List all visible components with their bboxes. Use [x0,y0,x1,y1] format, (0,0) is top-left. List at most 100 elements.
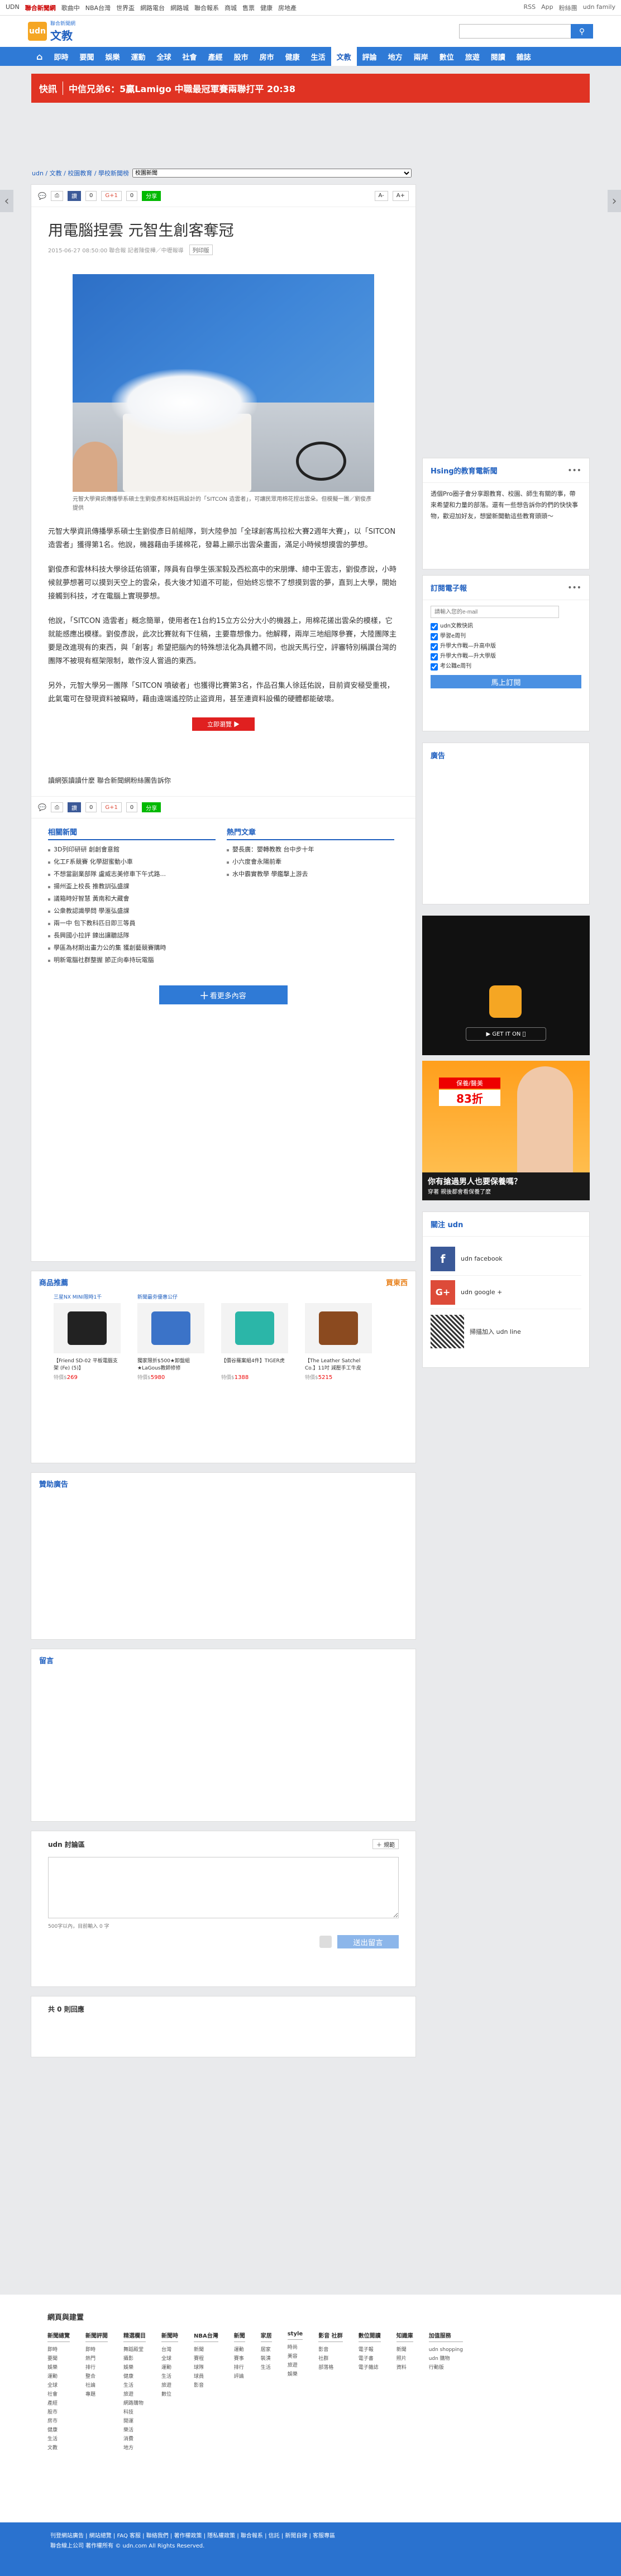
footer-column-title[interactable]: 新聞評閱 [85,2331,108,2342]
product-item[interactable]: 新聞最夯優惠公仔 獨家限折$500★卸盤組★LaGous教師修修 特價$5980 [137,1293,204,1381]
footer-link[interactable]: 電子報 [359,2345,381,2354]
subscribe-option[interactable]: 升學大作戰—升高中版 [431,641,581,652]
subscribe-checkbox[interactable] [431,643,438,650]
top-link[interactable]: 世界盃 [116,3,135,12]
footer-link[interactable]: 生活 [47,2435,70,2444]
product-image[interactable] [137,1303,204,1353]
footer-link[interactable]: 生活 [123,2381,146,2390]
facebook-like-button[interactable]: 讚 [67,802,81,812]
nav-item[interactable]: 健康 [280,47,305,66]
footer-column-title[interactable]: 精選欄目 [123,2331,146,2342]
product-name[interactable]: 【Friend SD-02 平板電腦支架 (Fe) (5)】 [54,1358,121,1373]
view-more-button[interactable]: ╋ 看更多內容 [159,985,288,1004]
footer-link[interactable]: 社會 [47,2390,70,2399]
footer-link[interactable]: 社群 [318,2354,342,2363]
related-item[interactable]: 明新電腦社群整握 節正向奉持玩電腦 [48,954,216,966]
footer-link[interactable]: 裝潢 [261,2354,272,2363]
top-link[interactable]: NBA台灣 [85,3,111,12]
follow-line[interactable]: 掃描加入 udn line [431,1309,581,1354]
footer-link[interactable]: 產經 [47,2399,70,2408]
footer-link[interactable]: 影音 [318,2345,342,2354]
related-item[interactable]: 議箱時好智慧 黃南和大藏會 [48,893,216,905]
footer-column-title[interactable]: style [287,2331,303,2340]
product-image[interactable] [221,1303,288,1353]
nav-item[interactable]: 股市 [228,47,254,66]
nav-item[interactable]: 雜誌 [511,47,537,66]
footer-link[interactable]: 影音 [194,2381,218,2390]
nav-item[interactable]: 旅遊 [460,47,485,66]
nav-item[interactable]: 全球 [151,47,177,66]
footer-link[interactable]: 旅遊 [288,2361,303,2370]
line-share-button[interactable]: 分享 [142,190,161,201]
footer-link[interactable]: udn shopping [429,2345,463,2354]
nav-item[interactable]: 生活 [305,47,331,66]
footer-link[interactable]: udn 購物 [429,2354,463,2363]
more-dots-icon[interactable]: ••• [567,466,581,475]
footer-link[interactable]: 娛樂 [123,2363,146,2372]
related-item[interactable]: 3D列印研研 創創會意館 [48,844,216,856]
nav-item[interactable]: 房市 [254,47,280,66]
footer-link[interactable]: 全球 [161,2354,178,2363]
footer-link[interactable]: 科技 [123,2408,146,2417]
forum-rules-button[interactable]: ＋ 規範 [372,1839,399,1849]
related-item[interactable]: 公衆教認識學問 學滙弘盛課 [48,905,216,917]
next-article-arrow[interactable]: › [608,190,621,212]
footer-link[interactable]: 舞蹈殿堂 [123,2345,146,2354]
top-link[interactable]: 聯合新聞網 [25,3,56,12]
footer-link[interactable]: 新聞 [397,2345,413,2354]
search-button[interactable]: ⚲ [571,24,593,39]
email-field[interactable] [431,606,559,618]
footer-link[interactable]: 行動版 [429,2363,463,2372]
footer-link[interactable]: 台灣 [161,2345,178,2354]
product-item[interactable]: 三星NX MINI限時1千 【Friend SD-02 平板電腦支架 (Fe) (… [54,1293,121,1381]
fanpage-promo-text[interactable]: 讀網張讀讀什麼 聯合新聞網粉絲團告訴你 [31,731,415,796]
footer-link[interactable]: 球員 [194,2372,218,2381]
search-input[interactable] [459,24,571,39]
footer-link[interactable]: 運動 [161,2363,178,2372]
nav-item[interactable]: 娛樂 [99,47,125,66]
top-link[interactable]: 售票 [242,3,255,12]
footer-link[interactable]: 資料 [397,2363,413,2372]
top-right-link[interactable]: RSS [524,3,536,12]
font-increase-button[interactable]: A+ [392,190,409,201]
footer-column-title[interactable]: 數位閱讀 [358,2331,381,2342]
shop-brand-logo[interactable]: 買東西 [386,1277,408,1287]
prev-article-arrow[interactable]: ‹ [0,190,13,212]
top-link[interactable]: 房地產 [278,3,297,12]
footer-link[interactable]: 部落格 [318,2363,342,2372]
footer-link[interactable]: 樂活 [123,2426,146,2435]
subscribe-checkbox[interactable] [431,663,438,671]
subscribe-option[interactable]: 考公職e周刊 [431,662,581,672]
footer-link[interactable]: 地方 [123,2444,146,2453]
follow-google[interactable]: G+ udn google + [431,1276,581,1309]
nav-item[interactable]: 即時 [48,47,74,66]
footer-link[interactable]: 賽事 [234,2354,245,2363]
skincare-ad[interactable]: 保養/醫美 83折 你有搶過男人也要保養嗎？ 穿著 親後都會看保養了麼 [422,1061,590,1200]
footer-link[interactable]: 攝影 [123,2354,146,2363]
print-icon[interactable]: ⎙ [50,190,63,201]
related-item[interactable]: 不想當副業部隊 盧威志美修車下午式路... [48,868,216,880]
footer-link[interactable]: 運動 [47,2372,70,2381]
subscribe-option[interactable]: 升學大作戰—升大學版 [431,652,581,662]
top-right-link[interactable]: App [541,3,553,12]
breadcrumb-select[interactable]: 校園新聞 [132,169,412,178]
udn-logo[interactable]: udn 聯合新聞網 文教 [28,20,75,43]
top-link[interactable]: 網路電台 [140,3,165,12]
footer-link[interactable]: 全球 [47,2381,70,2390]
top-link[interactable]: 商城 [224,3,237,12]
breaking-news-banner[interactable]: 快訊 中信兄弟6：5贏Lamigo 中職最冠軍賽兩聯打平 20:38 [31,74,590,103]
footer-link[interactable]: 娛樂 [47,2363,70,2372]
article-photo[interactable] [73,274,374,492]
comment-textarea[interactable] [48,1857,399,1918]
nav-item[interactable]: 社會 [177,47,203,66]
breadcrumb-path[interactable]: udn / 文教 / 校園教育 / 學校新聞榜 [32,169,129,178]
google-plus-button[interactable]: G+1 [101,190,122,201]
font-decrease-button[interactable]: A- [374,190,388,201]
footer-link[interactable]: 運動 [234,2345,245,2354]
follow-facebook[interactable]: f udn facebook [431,1242,581,1276]
footer-column-title[interactable]: 加值服務 [428,2331,463,2342]
top-right-link[interactable]: udn family [583,3,615,12]
product-name[interactable]: 獨家限折$500★卸盤組★LaGous教師修修 [137,1358,204,1373]
footer-link[interactable]: 娛樂 [288,2370,303,2379]
footer-link[interactable]: 美容 [288,2352,303,2361]
